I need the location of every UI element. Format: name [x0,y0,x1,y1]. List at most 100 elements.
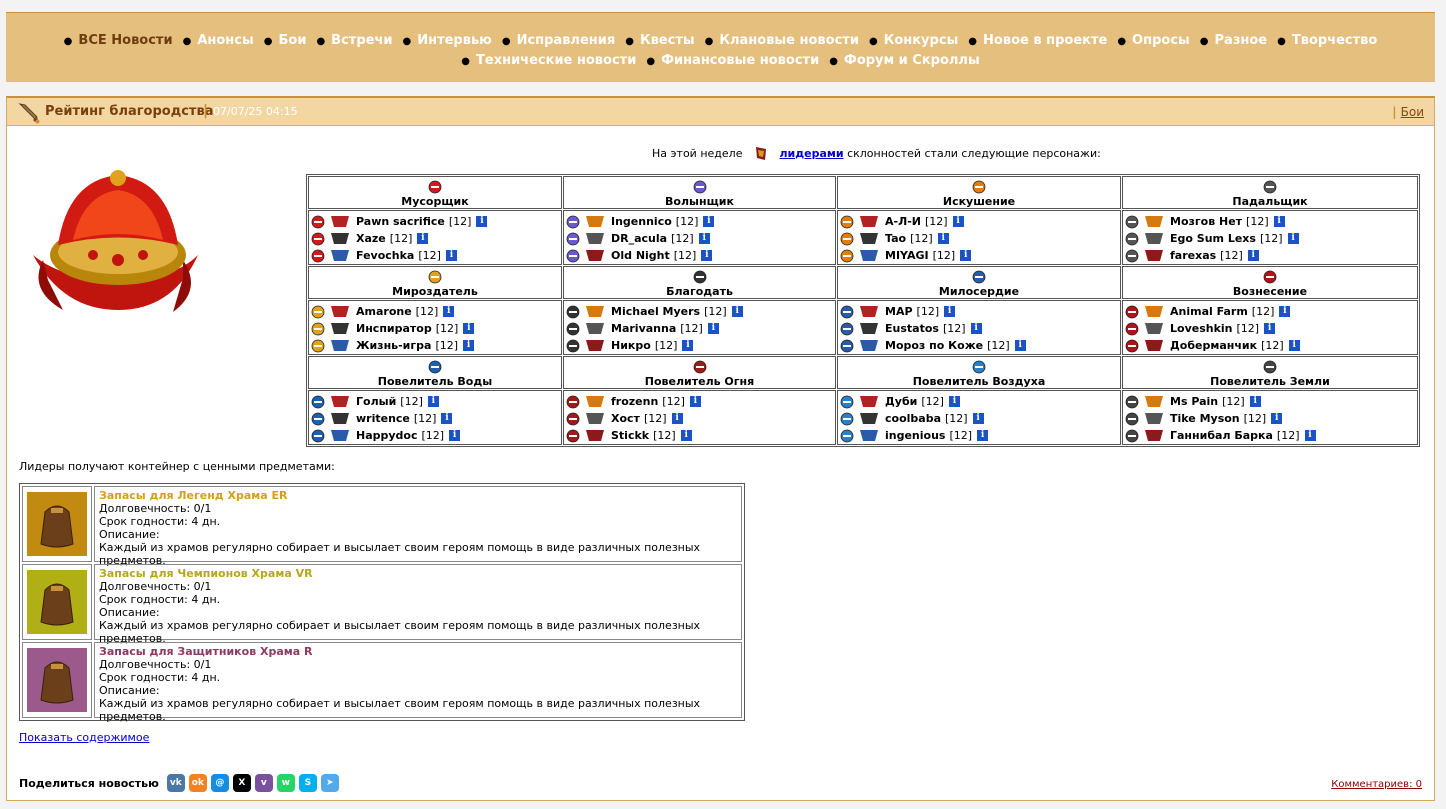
info-icon[interactable]: i [1287,233,1299,244]
character-name[interactable]: Дуби [885,395,917,408]
character-name[interactable]: Eustatos [885,322,939,335]
viber-icon[interactable]: v [254,774,273,792]
nav-item[interactable]: Разное [1200,33,1267,48]
info-icon[interactable]: i [1264,323,1276,334]
character-name[interactable]: Pawn sacrifice [356,215,445,228]
info-icon[interactable]: i [970,323,982,334]
character-name[interactable]: Old Night [611,249,670,262]
character-name[interactable]: Инспиратор [356,322,432,335]
nav-item[interactable]: Финансовые новости [646,53,819,68]
nav-item[interactable]: Интервью [402,33,491,48]
character-name[interactable]: Fevochka [356,249,414,262]
info-icon[interactable]: i [1273,216,1285,227]
character-name[interactable]: MIYAGI [885,249,929,262]
supply-bag-icon[interactable] [27,648,87,712]
info-icon[interactable]: i [1247,250,1259,261]
info-icon[interactable]: i [1271,413,1283,424]
comments-link[interactable]: Комментариев: 0 [1331,779,1422,790]
character-name[interactable]: Мозгов Нет [1170,215,1242,228]
nav-item[interactable]: Анонсы [183,33,254,48]
info-icon[interactable]: i [443,306,455,317]
info-icon[interactable]: i [707,323,719,334]
info-icon[interactable]: i [1304,430,1316,441]
info-icon[interactable]: i [948,396,960,407]
info-icon[interactable]: i [463,323,475,334]
nav-item[interactable]: Встречи [316,33,392,48]
nav-item[interactable]: Новое в проекте [968,33,1107,48]
character-name[interactable]: Tike Myson [1170,412,1240,425]
show-contents-link[interactable]: Показать содержимое [19,731,149,744]
info-icon[interactable]: i [937,233,949,244]
info-icon[interactable]: i [689,396,701,407]
info-icon[interactable]: i [944,306,956,317]
nav-item[interactable]: Творчество [1277,33,1377,48]
character-name[interactable]: Xaze [356,232,386,245]
character-name[interactable]: Marivanna [611,322,676,335]
character-name[interactable]: Animal Farm [1170,305,1248,318]
nav-item[interactable]: Клановые новости [705,33,859,48]
info-icon[interactable]: i [449,430,461,441]
character-name[interactable]: farexas [1170,249,1216,262]
character-name[interactable]: DR_acula [611,232,667,245]
nav-item[interactable]: Квесты [625,33,694,48]
info-icon[interactable]: i [1279,306,1291,317]
info-icon[interactable]: i [463,340,475,351]
character-name[interactable]: coolbaba [885,412,941,425]
character-name[interactable]: Ms Pain [1170,395,1218,408]
leaders-link[interactable]: лидерами [779,147,843,160]
info-icon[interactable]: i [972,413,984,424]
character-name[interactable]: Stickk [611,429,649,442]
info-icon[interactable]: i [701,250,713,261]
prize-name[interactable]: Запасы для Защитников Храма R [99,645,737,658]
info-icon[interactable]: i [1249,396,1261,407]
info-icon[interactable]: i [703,216,715,227]
supply-bag-icon[interactable] [27,570,87,634]
info-icon[interactable]: i [445,250,457,261]
nav-item[interactable]: Технические новости [461,53,636,68]
info-icon[interactable]: i [671,413,683,424]
character-name[interactable]: Ingennico [611,215,672,228]
info-icon[interactable]: i [680,430,692,441]
info-icon[interactable]: i [731,306,743,317]
nav-item[interactable]: Бои [264,33,307,48]
nav-item[interactable]: Конкурсы [869,33,958,48]
character-name[interactable]: Доберманчик [1170,339,1257,352]
info-icon[interactable]: i [977,430,989,441]
info-icon[interactable]: i [952,216,964,227]
character-name[interactable]: Жизнь-игра [356,339,431,352]
info-icon[interactable]: i [476,216,488,227]
info-icon[interactable]: i [417,233,429,244]
supply-bag-icon[interactable] [27,492,87,556]
nav-item[interactable]: ВСЕ Новости [64,33,173,48]
skype-icon[interactable]: S [298,774,317,792]
prize-name[interactable]: Запасы для Чемпионов Храма VR [99,567,737,580]
info-icon[interactable]: i [1288,340,1300,351]
character-name[interactable]: Голый [356,395,396,408]
odnoklassniki-icon[interactable]: ok [188,774,207,792]
vk-icon[interactable]: vk [166,774,185,792]
character-name[interactable]: Loveshkin [1170,322,1233,335]
character-name[interactable]: Ego Sum Lexs [1170,232,1256,245]
character-name[interactable]: frozenn [611,395,658,408]
prize-name[interactable]: Запасы для Легенд Храма ER [99,489,737,502]
telegram-icon[interactable]: ➤ [320,774,339,792]
info-icon[interactable]: i [1014,340,1026,351]
nav-item[interactable]: Форум и Скроллы [829,53,980,68]
character-name[interactable]: Happydoc [356,429,418,442]
character-name[interactable]: Ганнибал Барка [1170,429,1273,442]
nav-item[interactable]: Опросы [1117,33,1189,48]
category-link[interactable]: Бои [1401,105,1424,119]
info-icon[interactable]: i [427,396,439,407]
character-name[interactable]: writence [356,412,410,425]
whatsapp-icon[interactable]: w [276,774,295,792]
character-name[interactable]: Хост [611,412,640,425]
character-name[interactable]: А-Л-И [885,215,921,228]
moimir-icon[interactable]: @ [210,774,229,792]
character-name[interactable]: Amarone [356,305,412,318]
info-icon[interactable]: i [682,340,694,351]
x-icon[interactable]: X [232,774,251,792]
character-name[interactable]: Мороз по Коже [885,339,983,352]
info-icon[interactable]: i [441,413,453,424]
character-name[interactable]: ingenious [885,429,945,442]
character-name[interactable]: Tao [885,232,906,245]
